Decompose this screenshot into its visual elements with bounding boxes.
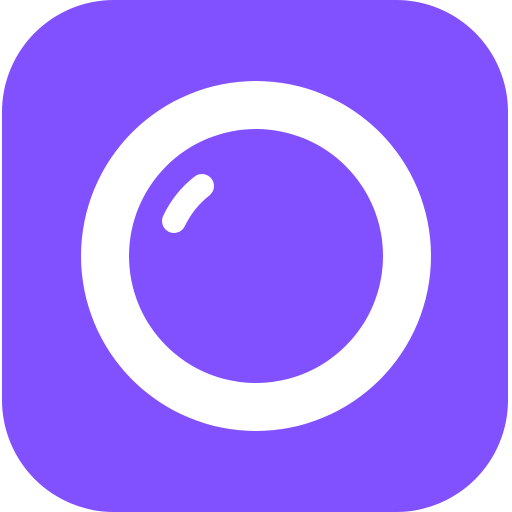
camera-lens-icon[interactable] [0,0,512,512]
lens-glass [129,129,383,383]
icon-stage [0,0,512,512]
